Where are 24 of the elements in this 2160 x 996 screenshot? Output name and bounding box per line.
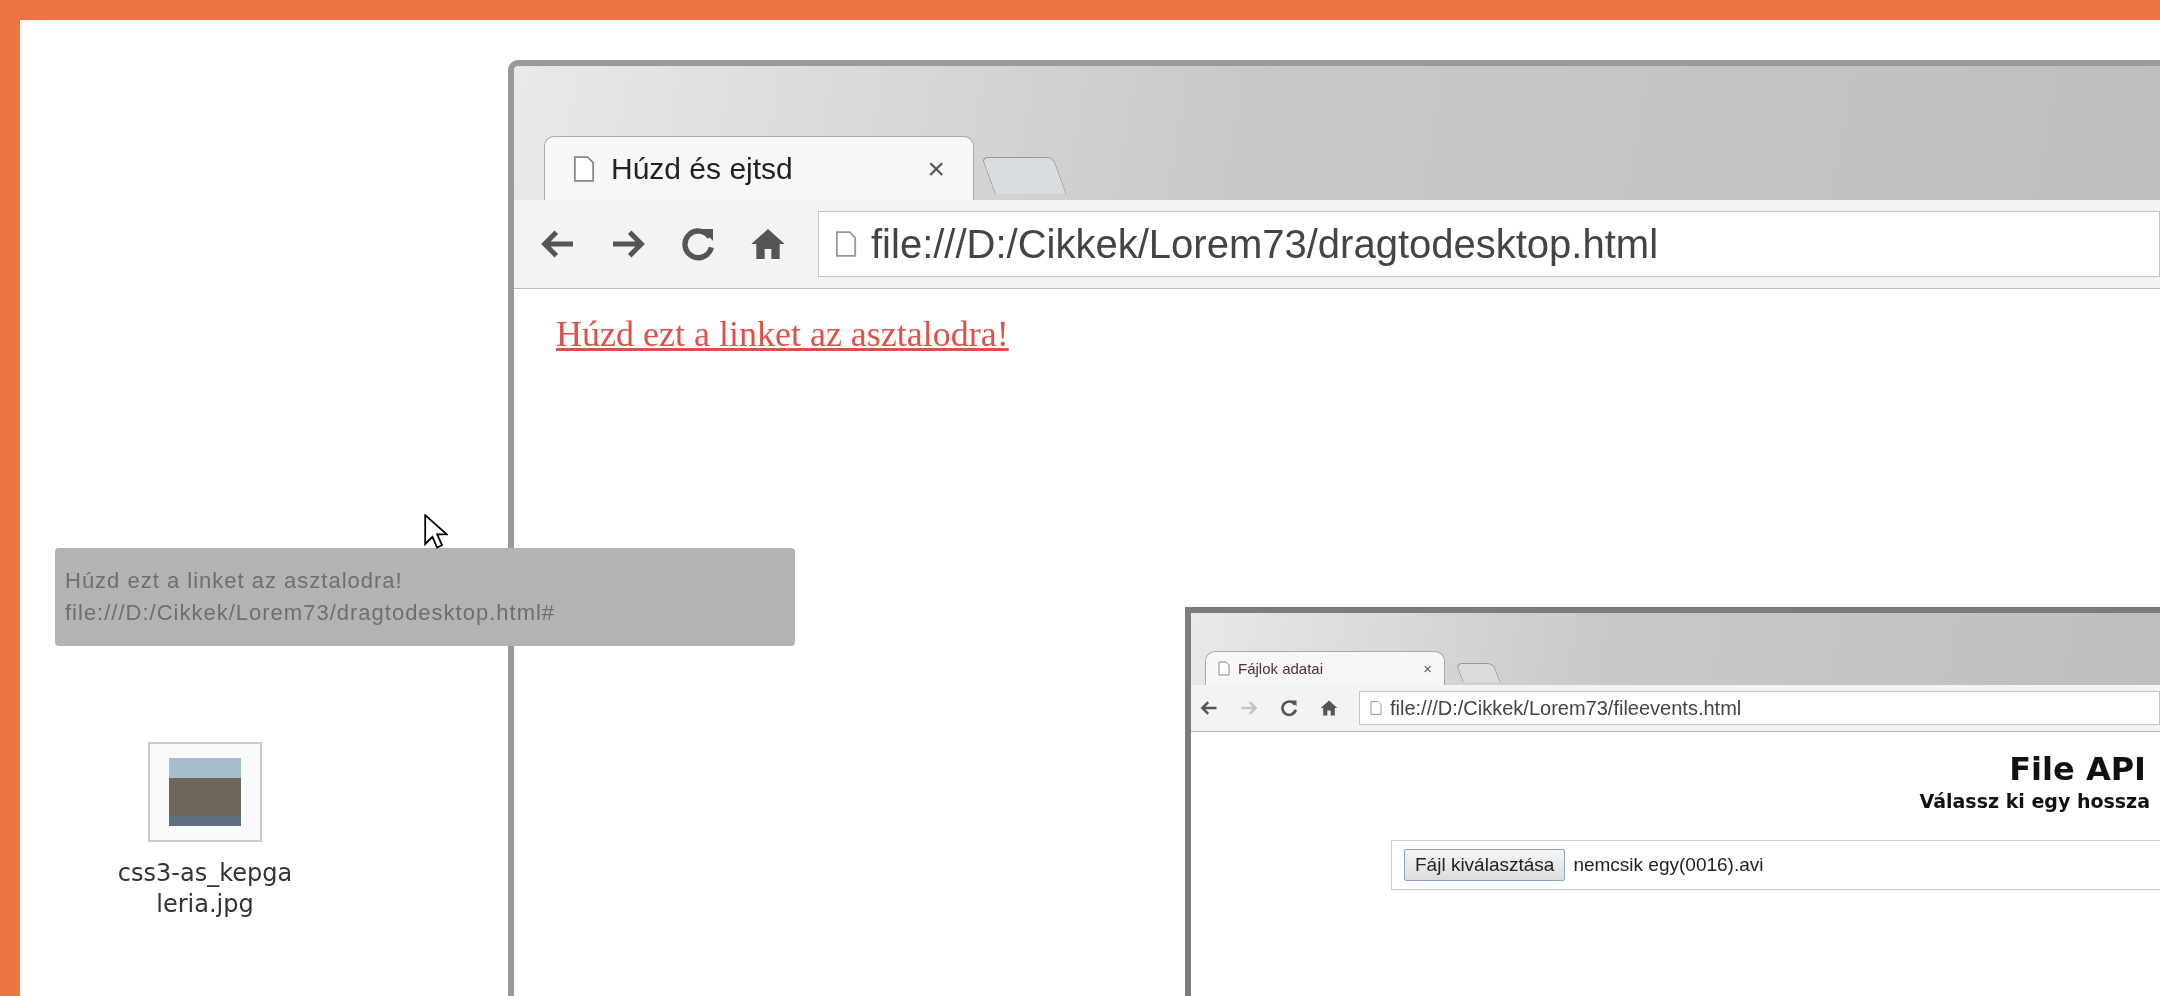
page-subheading: Válassz ki egy hossza <box>1919 790 2150 812</box>
page-icon <box>1218 661 1230 676</box>
page-link[interactable]: Húzd ezt a linket az asztalodra! <box>556 314 1009 354</box>
address-bar[interactable]: file:///D:/Cikkek/Lorem73/fileevents.html <box>1359 691 2160 725</box>
drag-preview-text: Húzd ezt a linket az asztalodra! <box>65 568 404 594</box>
file-name: nemcsik egy(0016).avi <box>1573 854 1764 876</box>
page-heading: File API <box>2009 750 2146 788</box>
file-name: leria.jpg <box>156 889 254 921</box>
image-file-icon[interactable] <box>148 742 262 842</box>
choose-file-button[interactable]: Fájl kiválasztása <box>1404 849 1566 881</box>
close-button[interactable]: × <box>1423 660 1432 677</box>
page-icon <box>835 229 857 259</box>
browser-tab[interactable]: Húzd és ejtsd × <box>544 136 974 200</box>
page-icon <box>573 154 595 183</box>
home-icon[interactable] <box>1319 698 1339 718</box>
page-icon <box>1370 700 1382 716</box>
address-bar[interactable]: file:///D:/Cikkek/Lorem73/dragtodesktop.html <box>818 211 2160 277</box>
mouse-pointer-icon <box>424 514 448 550</box>
browser-tab[interactable]: Fájlok adatai × <box>1205 651 1445 685</box>
reload-icon[interactable] <box>1279 698 1299 718</box>
drag-preview-text: file:///D:/Cikkek/Lorem73/dragtodesktop.html# <box>65 600 557 626</box>
file-name: css3-as_kepga <box>117 858 293 889</box>
close-button[interactable]: × <box>927 151 945 186</box>
photo-placeholder <box>169 758 241 826</box>
